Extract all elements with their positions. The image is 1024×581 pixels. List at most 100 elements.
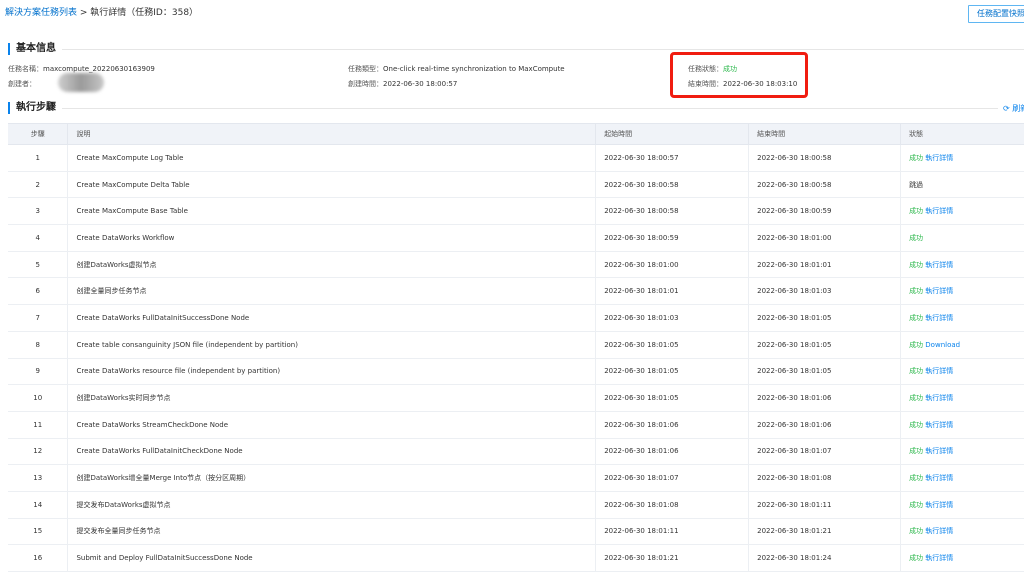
execution-detail-link[interactable]: 執行詳情 bbox=[925, 501, 953, 509]
execution-detail-link[interactable]: 執行詳情 bbox=[925, 447, 953, 455]
execution-detail-link[interactable]: 執行詳情 bbox=[925, 421, 953, 429]
table-row: 9 Create DataWorks resource file (indepen… bbox=[8, 358, 1024, 386]
step-number: 2 bbox=[8, 171, 69, 199]
step-number: 9 bbox=[8, 358, 69, 386]
breadcrumb-link-task-list[interactable]: 解決方案任務列表 bbox=[5, 8, 77, 18]
step-status-cell: 成功 執行詳情 bbox=[900, 544, 1024, 572]
status-badge: 成功 bbox=[909, 313, 924, 322]
status-badge: 成功 bbox=[909, 367, 924, 376]
section-divider bbox=[62, 49, 1024, 50]
header-status: 狀態 bbox=[900, 123, 1024, 145]
execution-detail-link[interactable]: 執行詳情 bbox=[925, 261, 953, 269]
basic-info-title: 基本信息 bbox=[8, 43, 56, 55]
table-row: 14 提交发布DataWorks虚拟节点 2022-06-30 18:01:08 20… bbox=[8, 491, 1024, 519]
step-description: Create MaxCompute Log Table bbox=[67, 144, 597, 172]
step-status-cell: 成功 執行詳情 bbox=[900, 518, 1024, 546]
step-description: 创建全量同步任务节点 bbox=[67, 277, 597, 306]
table-row: 7 Create DataWorks FullDataInitSuccessDon… bbox=[8, 304, 1024, 332]
step-start-time: 2022-06-30 18:01:03 bbox=[595, 304, 750, 332]
step-description: 提交发布全量同步任务节点 bbox=[67, 518, 597, 546]
refresh-button[interactable]: ⟳ 刷新 bbox=[1003, 103, 1024, 114]
create-time-value: 2022-06-30 18:00:57 bbox=[383, 80, 458, 88]
step-end-time: 2022-06-30 18:01:24 bbox=[748, 544, 902, 572]
step-description: Create DataWorks resource file (independ… bbox=[67, 358, 597, 386]
step-start-time: 2022-06-30 18:01:05 bbox=[595, 331, 750, 359]
header-start-time: 起始時間 bbox=[595, 123, 750, 145]
table-row: 15 提交发布全量同步任务节点 2022-06-30 18:01:11 2022-06… bbox=[8, 518, 1024, 546]
step-start-time: 2022-06-30 18:00:58 bbox=[595, 197, 750, 226]
status-badge: 成功 bbox=[909, 474, 924, 483]
step-status-cell: 成功 執行詳情 bbox=[900, 411, 1024, 439]
step-status-cell: 跳過 bbox=[900, 171, 1024, 199]
step-status-cell: 成功 執行詳情 bbox=[900, 251, 1024, 279]
status-badge: 成功 bbox=[909, 287, 924, 296]
step-description: 提交发布DataWorks虚拟节点 bbox=[67, 491, 597, 519]
step-end-time: 2022-06-30 18:01:05 bbox=[748, 331, 902, 359]
table-row: 5 创建DataWorks虚拟节点 2022-06-30 18:01:00 2022-… bbox=[8, 251, 1024, 279]
step-end-time: 2022-06-30 18:00:58 bbox=[748, 171, 902, 199]
status-badge: 成功 bbox=[909, 260, 924, 269]
step-number: 10 bbox=[8, 384, 69, 412]
task-type-value: One-click real-time synchronization to M… bbox=[383, 65, 565, 73]
refresh-label: 刷新 bbox=[1012, 104, 1024, 113]
step-status-cell: 成功 Download bbox=[900, 331, 1024, 359]
table-row: 11 Create DataWorks StreamCheckDone Node 2… bbox=[8, 411, 1024, 439]
steps-section-title: 執行步驟 bbox=[8, 102, 56, 114]
task-name-value: maxcompute_20220630163909 bbox=[43, 65, 155, 73]
execution-detail-link[interactable]: 執行詳情 bbox=[925, 474, 953, 482]
task-type-label: 任務類型： bbox=[348, 65, 383, 73]
table-row: 8 Create table consanguinity JSON file (i… bbox=[8, 331, 1024, 359]
execution-detail-link[interactable]: 執行詳情 bbox=[925, 314, 953, 322]
table-header-row: 步驟 說明 起始時間 結束時間 狀態 bbox=[8, 123, 1024, 145]
execution-detail-link[interactable]: 執行詳情 bbox=[925, 554, 953, 562]
execution-detail-link[interactable]: 執行詳情 bbox=[925, 527, 953, 535]
step-status-cell: 成功 執行詳情 bbox=[900, 144, 1024, 172]
download-link[interactable]: Download bbox=[925, 341, 960, 349]
execution-detail-link[interactable]: 執行詳情 bbox=[925, 367, 953, 375]
step-description: Create table consanguinity JSON file (in… bbox=[67, 331, 597, 359]
step-end-time: 2022-06-30 18:01:06 bbox=[748, 411, 902, 439]
step-start-time: 2022-06-30 18:01:06 bbox=[595, 438, 750, 466]
refresh-icon: ⟳ bbox=[1003, 104, 1010, 113]
task-type-field: 任務類型：One-click real-time synchronization… bbox=[348, 64, 565, 74]
step-description: Create DataWorks Workflow bbox=[67, 224, 597, 252]
table-row: 1 Create MaxCompute Log Table 2022-06-30 1… bbox=[8, 144, 1024, 172]
breadcrumb-separator: > bbox=[77, 8, 91, 18]
step-start-time: 2022-06-30 18:01:07 bbox=[595, 464, 750, 492]
step-number: 8 bbox=[8, 331, 69, 359]
step-number: 13 bbox=[8, 464, 69, 492]
step-end-time: 2022-06-30 18:01:05 bbox=[748, 304, 902, 332]
step-description: 创建DataWorks实时同步节点 bbox=[67, 384, 597, 412]
step-start-time: 2022-06-30 18:01:01 bbox=[595, 277, 750, 306]
step-end-time: 2022-06-30 18:01:11 bbox=[748, 491, 902, 519]
step-status-cell: 成功 bbox=[900, 224, 1024, 252]
status-badge: 成功 bbox=[909, 500, 924, 509]
table-row: 3 Create MaxCompute Base Table 2022-06-30 … bbox=[8, 197, 1024, 226]
step-number: 12 bbox=[8, 438, 69, 466]
creator-field: 創建者： bbox=[8, 79, 36, 89]
breadcrumb: 解決方案任務列表 > 執行詳情（任務ID：358） bbox=[5, 5, 198, 18]
status-badge: 成功 bbox=[909, 554, 924, 563]
step-end-time: 2022-06-30 18:01:01 bbox=[748, 251, 902, 279]
step-start-time: 2022-06-30 18:01:05 bbox=[595, 358, 750, 386]
execution-detail-link[interactable]: 執行詳情 bbox=[925, 287, 953, 295]
task-name-label: 任務名稱： bbox=[8, 65, 43, 73]
step-start-time: 2022-06-30 18:00:59 bbox=[595, 224, 750, 252]
step-end-time: 2022-06-30 18:01:06 bbox=[748, 384, 902, 412]
step-start-time: 2022-06-30 18:01:05 bbox=[595, 384, 750, 412]
execution-detail-link[interactable]: 執行詳情 bbox=[925, 394, 953, 402]
step-description: Create DataWorks StreamCheckDone Node bbox=[67, 411, 597, 439]
step-description: 创建DataWorks增全量Merge Into节点（按分区周期） bbox=[67, 464, 597, 492]
step-status-cell: 成功 執行詳情 bbox=[900, 197, 1024, 226]
execution-detail-link[interactable]: 執行詳情 bbox=[925, 154, 953, 162]
step-description: 创建DataWorks虚拟节点 bbox=[67, 251, 597, 279]
step-number: 1 bbox=[8, 144, 69, 172]
execution-detail-link[interactable]: 執行詳情 bbox=[925, 207, 953, 215]
step-status-cell: 成功 執行詳情 bbox=[900, 491, 1024, 519]
header-desc: 說明 bbox=[67, 123, 597, 145]
step-end-time: 2022-06-30 18:01:21 bbox=[748, 518, 902, 546]
step-end-time: 2022-06-30 18:00:58 bbox=[748, 144, 902, 172]
table-row: 16 Submit and Deploy FullDataInitSuccessD… bbox=[8, 544, 1024, 572]
config-snapshot-button[interactable]: 任務配置快照 bbox=[968, 5, 1024, 23]
step-start-time: 2022-06-30 18:01:00 bbox=[595, 251, 750, 279]
